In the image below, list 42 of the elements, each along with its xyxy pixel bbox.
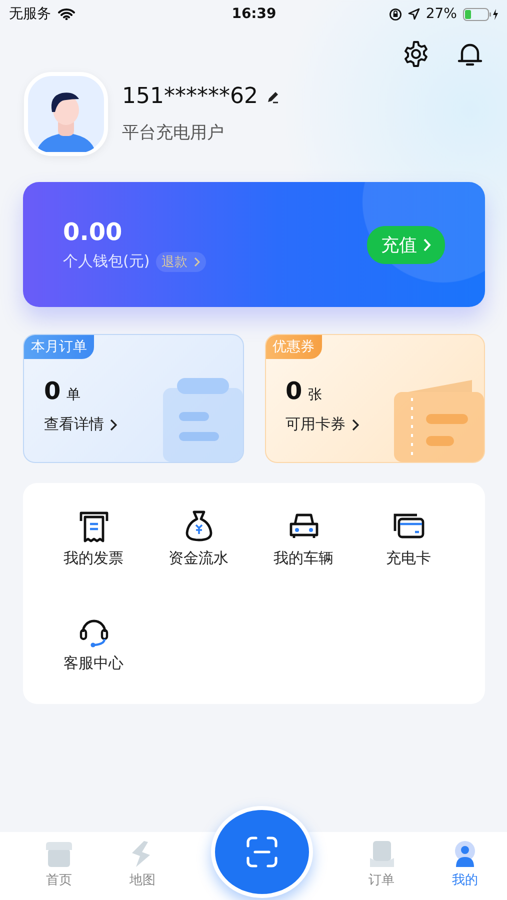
service-item[interactable]: 我的车辆 <box>251 509 356 614</box>
service-item[interactable]: 资金流水 <box>146 509 251 614</box>
phone-number: 151******62 <box>122 84 258 109</box>
service-item[interactable]: 客服中心 <box>41 614 146 719</box>
wallet-balance: 0.00 <box>63 218 124 246</box>
stat-tag: 本月订单 <box>24 335 94 359</box>
orientation-lock-icon <box>388 8 402 20</box>
stat-unit: 单 <box>66 386 81 404</box>
tab-item[interactable]: 订单 <box>340 840 424 889</box>
avatar[interactable] <box>24 72 108 156</box>
wallet-label: 个人钱包(元) <box>63 252 150 271</box>
edit-icon[interactable] <box>266 90 280 104</box>
document-icon <box>162 378 242 462</box>
stat-count: 0 <box>286 377 302 405</box>
chevron-icon <box>352 418 358 430</box>
user-role: 平台充电用户 <box>122 122 225 144</box>
tab-item[interactable]: 我的 <box>423 840 507 889</box>
service-item[interactable]: 充电卡 <box>356 509 461 614</box>
stat-tag: 优惠券 <box>266 335 322 359</box>
battery-percent: 27% <box>426 6 457 22</box>
stat-count: 0 <box>44 377 61 405</box>
clipboard-icon <box>368 840 396 868</box>
service-item[interactable]: 我的发票 <box>41 509 146 614</box>
location-icon <box>408 8 420 20</box>
carrier-text: 无服务 <box>9 5 51 23</box>
coupon-icon <box>394 378 484 462</box>
chevron-icon <box>110 418 117 430</box>
stat-link[interactable]: 可用卡券 <box>286 415 484 434</box>
status-time: 16:39 <box>232 6 276 22</box>
settings-icon[interactable] <box>402 40 430 68</box>
wifi-icon <box>58 8 75 20</box>
box-icon <box>44 840 73 868</box>
stat-card[interactable]: 优惠券 0 张 可用卡券 <box>264 334 485 463</box>
scan-icon <box>245 835 279 869</box>
stat-link[interactable]: 查看详情 <box>44 415 242 434</box>
tab-item[interactable]: 首页 <box>17 840 101 889</box>
stat-card[interactable]: 本月订单 0 单 查看详情 <box>23 334 244 463</box>
chevron-icon <box>423 238 431 252</box>
chevron-icon <box>194 256 200 266</box>
tab-item[interactable]: 地图 <box>100 840 184 889</box>
battery-icon <box>462 8 499 20</box>
stat-unit: 张 <box>308 386 322 404</box>
